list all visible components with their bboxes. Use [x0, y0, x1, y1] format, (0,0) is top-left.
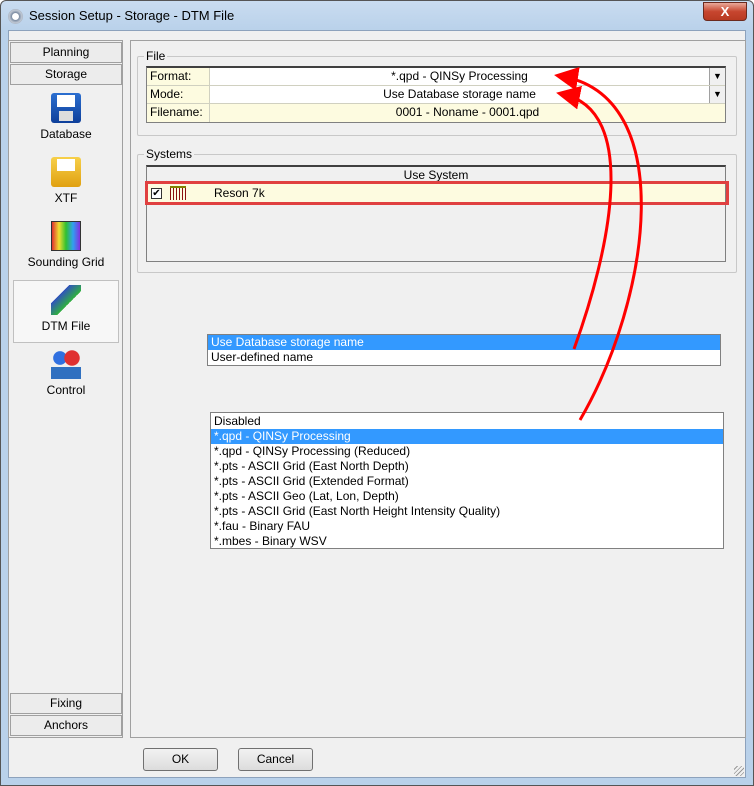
format-option[interactable]: *.mbes - Binary WSV	[211, 534, 723, 549]
filename-field[interactable]: 0001 - Noname - 0001.qpd	[210, 104, 725, 122]
sidebar-item-label: DTM File	[41, 319, 91, 333]
sidebar-item-label: Database	[40, 127, 92, 141]
mode-options-list: Use Database storage name User-defined n…	[207, 334, 721, 366]
mode-row: Mode: Use Database storage name ▼	[147, 86, 725, 104]
format-option[interactable]: *.pts - ASCII Geo (Lat, Lon, Depth)	[211, 489, 723, 504]
cancel-button[interactable]: Cancel	[238, 748, 313, 771]
sidebar-item-sounding-grid[interactable]: Sounding Grid	[13, 217, 119, 279]
format-option[interactable]: *.pts - ASCII Grid (Extended Format)	[211, 474, 723, 489]
main-panel	[130, 40, 746, 738]
format-option[interactable]: *.qpd - QINSy Processing (Reduced)	[211, 444, 723, 459]
resize-grip-icon[interactable]	[734, 766, 744, 776]
chevron-down-icon[interactable]: ▼	[709, 68, 725, 85]
sidebar-item-label: Sounding Grid	[27, 255, 105, 269]
control-icon	[51, 349, 81, 379]
systems-list: Use System ✔ Reson 7k	[146, 165, 726, 262]
sidebar-planning[interactable]: Planning	[10, 42, 122, 63]
format-option[interactable]: *.qpd - QINSy Processing	[211, 429, 723, 444]
mode-label: Mode:	[147, 86, 210, 103]
format-option[interactable]: *.fau - Binary FAU	[211, 519, 723, 534]
format-option[interactable]: Disabled	[211, 414, 723, 429]
format-row: Format: *.qpd - QINSy Processing ▼	[147, 68, 725, 86]
app-gear-icon	[8, 9, 23, 24]
format-options-list: Disabled *.qpd - QINSy Processing *.qpd …	[210, 412, 724, 549]
sidebar-item-control[interactable]: Control	[13, 345, 119, 407]
sidebar-item-dtm-file[interactable]: DTM File	[13, 280, 119, 343]
annotation-highlight-box	[145, 181, 729, 205]
sidebar-storage[interactable]: Storage	[10, 64, 122, 85]
sidebar: Planning Storage Database XTF Sounding G…	[8, 40, 123, 738]
sidebar-item-label: XTF	[54, 191, 78, 205]
format-label: Format:	[147, 68, 210, 85]
sidebar-fixing[interactable]: Fixing	[10, 693, 122, 714]
dtm-icon	[51, 285, 81, 315]
file-grid: Format: *.qpd - QINSy Processing ▼ Mode: Us…	[146, 66, 726, 123]
sidebar-item-label: Control	[46, 383, 86, 397]
ok-button[interactable]: OK	[143, 748, 218, 771]
floppy-disk-icon	[51, 93, 81, 123]
window-title: Session Setup - Storage - DTM File	[29, 8, 235, 23]
close-button[interactable]: X	[703, 2, 747, 21]
format-option[interactable]: *.pts - ASCII Grid (East North Height In…	[211, 504, 723, 519]
yellow-floppy-icon	[51, 157, 81, 187]
mode-option[interactable]: Use Database storage name	[208, 335, 720, 350]
sidebar-item-xtf[interactable]: XTF	[13, 153, 119, 215]
chevron-down-icon[interactable]: ▼	[709, 86, 725, 103]
format-select[interactable]: *.qpd - QINSy Processing	[210, 68, 709, 85]
mode-option[interactable]: User-defined name	[208, 350, 720, 365]
mode-select[interactable]: Use Database storage name	[210, 86, 709, 103]
sidebar-anchors[interactable]: Anchors	[10, 715, 122, 736]
format-option[interactable]: *.pts - ASCII Grid (East North Depth)	[211, 459, 723, 474]
sounding-grid-icon	[51, 221, 81, 251]
filename-row: Filename: 0001 - Noname - 0001.qpd	[147, 104, 725, 122]
file-legend: File	[146, 49, 166, 63]
systems-legend: Systems	[146, 147, 193, 161]
sidebar-item-database[interactable]: Database	[13, 89, 119, 151]
filename-label: Filename:	[147, 104, 210, 122]
